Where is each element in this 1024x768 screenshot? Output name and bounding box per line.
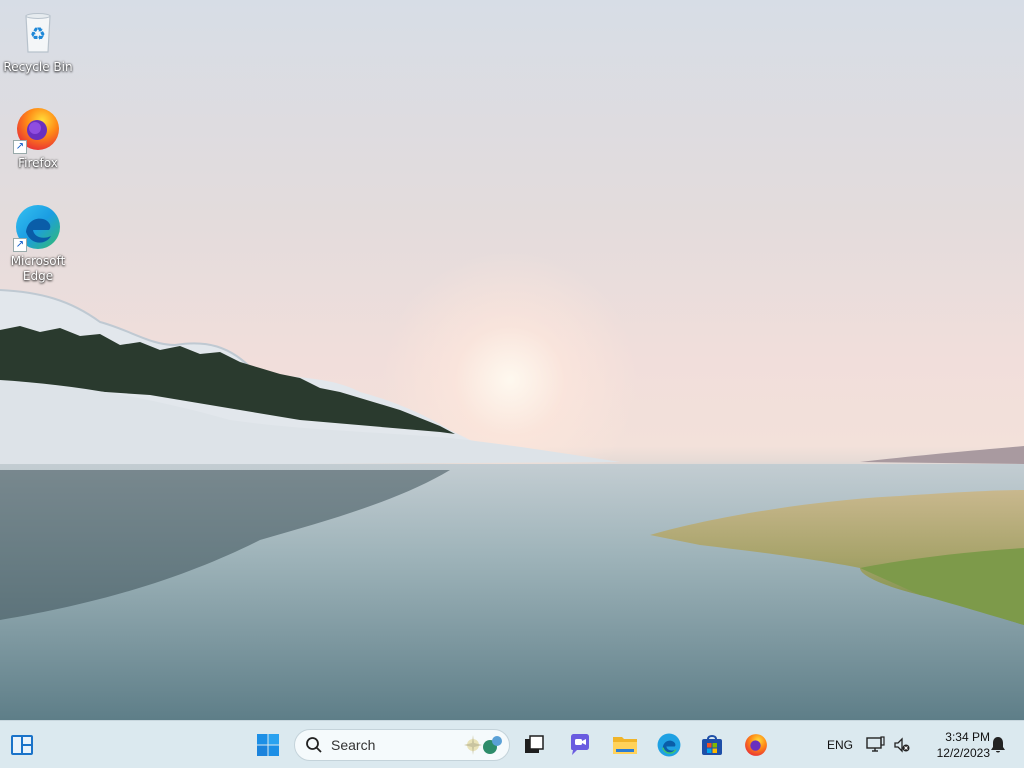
search-icon [306, 737, 322, 753]
desktop-icon-firefox[interactable]: ↗ Firefox [0, 104, 76, 171]
recycle-bin-icon: ♻ [13, 8, 63, 58]
taskbar: Search ENG 3:34 PM 12/2/2023 [0, 720, 1024, 768]
task-view-icon [525, 735, 544, 753]
bell-icon [991, 737, 1005, 753]
firefox-icon [745, 734, 767, 756]
start-button[interactable] [250, 727, 286, 763]
edge-icon [657, 733, 681, 757]
search-placeholder: Search [331, 737, 376, 753]
desktop-icon-microsoft-edge[interactable]: ↗ Microsoft Edge [0, 202, 76, 284]
svg-text:♻: ♻ [30, 24, 46, 45]
shortcut-arrow-icon: ↗ [13, 238, 27, 252]
firefox-icon: ↗ [13, 104, 63, 154]
desktop-wallpaper: ♻ Recycle Bin ↗ Firefox ↗ Microsoft Edge [0, 0, 1024, 720]
desktop-icon-label: Recycle Bin [3, 60, 73, 74]
volume-muted-icon [894, 737, 910, 753]
clock-time: 3:34 PM [945, 730, 990, 744]
taskbar-edge-button[interactable] [651, 727, 687, 763]
desktop-icon-label: Firefox [18, 156, 58, 170]
clock-date: 12/2/2023 [936, 746, 990, 760]
search-highlight-icon [464, 735, 502, 755]
input-language-indicator[interactable]: ENG [827, 738, 853, 752]
search-box[interactable]: Search [294, 729, 510, 761]
clock[interactable]: 3:34 PM 12/2/2023 [916, 729, 990, 761]
notifications-button[interactable] [984, 727, 1012, 763]
edge-icon: ↗ [13, 202, 63, 252]
taskbar-firefox-button[interactable] [738, 727, 774, 763]
file-explorer-icon [613, 737, 637, 754]
task-view-button[interactable] [516, 727, 552, 763]
widgets-icon [11, 735, 33, 755]
shortcut-arrow-icon: ↗ [13, 140, 27, 154]
teams-chat-button[interactable] [562, 727, 598, 763]
desktop-icon-recycle-bin[interactable]: ♻ Recycle Bin [0, 8, 76, 75]
volume-button[interactable] [886, 727, 918, 763]
file-explorer-button[interactable] [607, 727, 643, 763]
start-icon [257, 734, 279, 756]
desktop-icon-label: Microsoft Edge [10, 254, 66, 283]
widgets-button[interactable] [4, 727, 40, 763]
network-icon [866, 736, 885, 752]
microsoft-store-button[interactable] [694, 727, 730, 763]
microsoft-store-icon [702, 735, 722, 755]
teams-chat-icon [571, 734, 589, 755]
wallpaper-landscape [0, 289, 1024, 720]
